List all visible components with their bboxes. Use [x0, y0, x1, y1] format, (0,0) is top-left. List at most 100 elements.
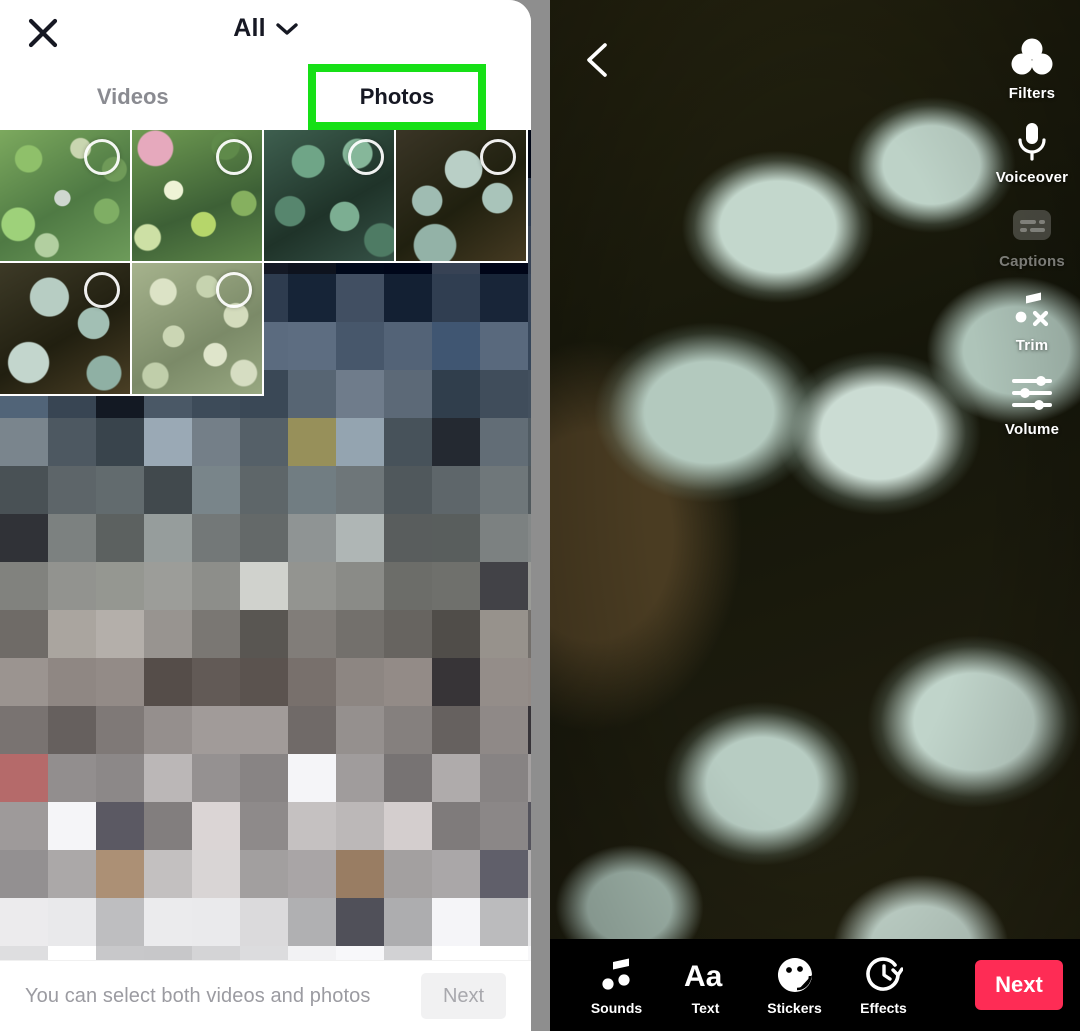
select-circle-icon[interactable] [348, 139, 384, 175]
tool-volume[interactable]: Volume [984, 370, 1080, 438]
pixel-block [480, 754, 528, 802]
tool-label: Trim [1015, 337, 1049, 354]
footer-tool-stickers[interactable]: Stickers [750, 955, 839, 1016]
photo-thumbnail[interactable] [132, 263, 264, 396]
pixel-block [0, 514, 48, 562]
pixel-block [96, 850, 144, 898]
select-circle-icon[interactable] [84, 139, 120, 175]
pixel-block [144, 802, 192, 850]
pixel-block [384, 514, 432, 562]
pixel-block [48, 418, 96, 466]
pixel-block [48, 658, 96, 706]
select-circle-icon[interactable] [216, 139, 252, 175]
pixel-block [192, 802, 240, 850]
text-aa-icon: Aa [683, 955, 729, 995]
pixel-block [528, 370, 531, 418]
select-circle-icon[interactable] [480, 139, 516, 175]
pixel-block [384, 754, 432, 802]
pixel-block [48, 706, 96, 754]
photo-thumbnail[interactable] [0, 263, 132, 396]
pixel-block [528, 706, 531, 754]
pixel-block [192, 706, 240, 754]
pixel-block [48, 898, 96, 946]
pixel-block [144, 418, 192, 466]
pixel-block [336, 610, 384, 658]
photo-thumbnail[interactable] [264, 130, 396, 263]
pixel-block [528, 946, 531, 960]
pixel-block [0, 466, 48, 514]
pixel-block [384, 610, 432, 658]
photo-thumbnail[interactable] [0, 130, 132, 263]
pixel-block [528, 562, 531, 610]
pixel-block [144, 466, 192, 514]
editor-next-button[interactable]: Next [975, 960, 1063, 1010]
pixel-block [192, 898, 240, 946]
pixel-block [192, 562, 240, 610]
chevron-left-icon[interactable] [580, 40, 614, 80]
pixel-block [144, 754, 192, 802]
select-circle-icon[interactable] [84, 272, 120, 308]
photo-thumbnail[interactable] [132, 130, 264, 263]
effects-clock-icon [865, 955, 903, 995]
tool-filters[interactable]: Filters [984, 34, 1080, 102]
album-label: All [233, 14, 266, 42]
pixel-block [96, 466, 144, 514]
pixel-block [288, 418, 336, 466]
pixel-block [288, 898, 336, 946]
svg-text:Aa: Aa [684, 960, 723, 991]
pixel-block [288, 562, 336, 610]
pixel-block [528, 130, 531, 178]
pixel-block [480, 898, 528, 946]
pixel-block [240, 898, 288, 946]
pixel-block [96, 898, 144, 946]
footer-tool-text[interactable]: Aa Text [661, 955, 750, 1016]
tool-voiceover[interactable]: Voiceover [984, 118, 1080, 186]
tool-label: Filters [1008, 85, 1056, 102]
pixel-block [0, 946, 48, 960]
pixel-block [288, 466, 336, 514]
pixel-block [528, 514, 531, 562]
tool-captions[interactable]: Captions [984, 202, 1080, 270]
album-dropdown[interactable]: All [0, 14, 531, 43]
pixel-block [144, 658, 192, 706]
pixel-block [96, 754, 144, 802]
footer-tool-effects[interactable]: Effects [839, 955, 928, 1016]
pixel-block [192, 466, 240, 514]
pixel-block [480, 802, 528, 850]
pixel-block [336, 706, 384, 754]
pixel-block [144, 898, 192, 946]
pixel-block [384, 850, 432, 898]
music-note-icon [599, 955, 635, 995]
filters-icon [1009, 34, 1055, 80]
sticker-smiley-icon [776, 955, 814, 995]
tool-trim[interactable]: Trim [984, 286, 1080, 354]
pixel-block [384, 562, 432, 610]
select-circle-icon[interactable] [216, 272, 252, 308]
editor-footer-toolbar: Sounds Aa Text Stickers Effects Next [550, 939, 1080, 1031]
pixel-block [144, 706, 192, 754]
photo-grid[interactable] [0, 130, 531, 960]
photo-thumbnail[interactable] [396, 130, 528, 263]
sliders-icon [1009, 370, 1055, 416]
footer-tool-label: Sounds [590, 999, 643, 1016]
pixel-block [144, 514, 192, 562]
tab-photos[interactable]: Photos [360, 84, 435, 110]
music-note-x-icon [1010, 286, 1054, 332]
pixel-block [384, 706, 432, 754]
pixel-block [336, 658, 384, 706]
picker-next-button[interactable]: Next [421, 973, 506, 1019]
editor-preview-panel: Filters Voiceover Captions Trim Volume S… [550, 0, 1080, 1031]
pixel-block [288, 850, 336, 898]
pixel-block [48, 946, 96, 960]
pixel-block [480, 658, 528, 706]
pixel-block [432, 610, 480, 658]
footer-tool-sounds[interactable]: Sounds [572, 955, 661, 1016]
pixel-block [480, 946, 528, 960]
pixel-block [336, 562, 384, 610]
pixel-block [336, 946, 384, 960]
pixel-block [96, 610, 144, 658]
tool-label: Captions [999, 253, 1065, 270]
footer-tool-label: Stickers [767, 999, 822, 1016]
pixel-block [480, 850, 528, 898]
tab-videos[interactable]: Videos [0, 64, 266, 130]
